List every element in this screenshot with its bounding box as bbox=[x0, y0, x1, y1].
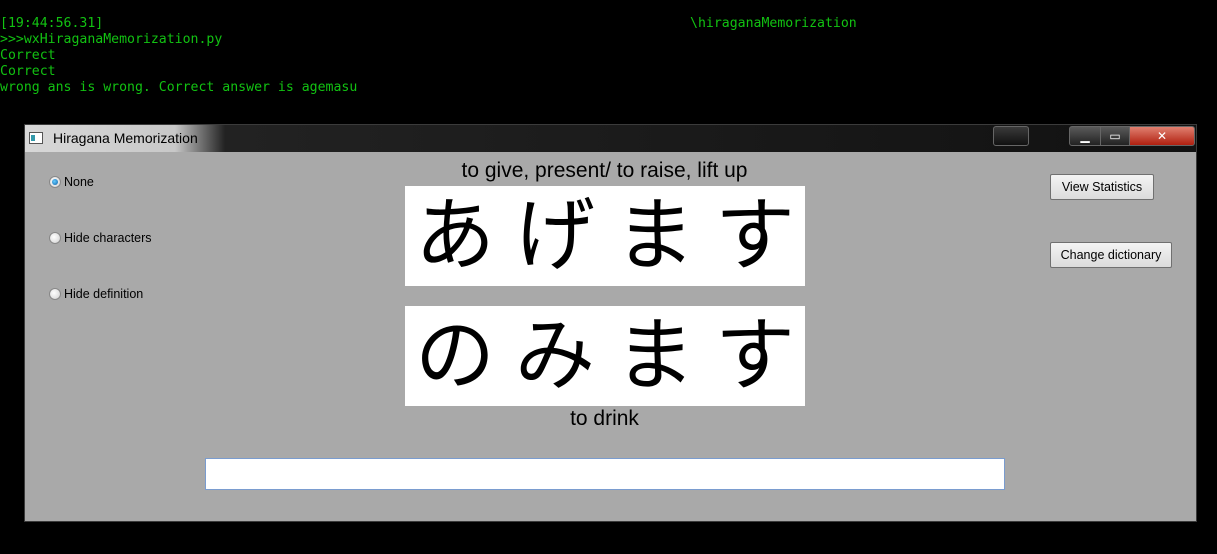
kana-char: み bbox=[515, 309, 595, 402]
kana-char: げ bbox=[515, 189, 595, 282]
kana-char: す bbox=[715, 309, 795, 402]
radio-hide-definition[interactable]: Hide definition bbox=[49, 285, 143, 303]
definition-current: to give, present/ to raise, lift up bbox=[461, 159, 748, 182]
kana-char: の bbox=[415, 309, 495, 402]
close-button[interactable]: ✕ bbox=[1129, 126, 1195, 146]
window-title: Hiragana Memorization bbox=[53, 130, 198, 146]
snap-icon[interactable] bbox=[993, 126, 1029, 146]
kana-display-next: の み ま す bbox=[405, 306, 805, 406]
view-statistics-button[interactable]: View Statistics bbox=[1050, 174, 1154, 200]
console-line-command: >>>wxHiraganaMemorization.py bbox=[0, 32, 223, 47]
radio-label: Hide characters bbox=[64, 231, 152, 245]
title-bar[interactable]: Hiragana Memorization ▁ ▭ ✕ bbox=[25, 125, 1196, 152]
console-line-result: Correct bbox=[0, 64, 56, 79]
change-dictionary-button[interactable]: Change dictionary bbox=[1050, 242, 1172, 268]
radio-unchecked-icon[interactable] bbox=[49, 232, 61, 244]
console-path: \hiraganaMemorization bbox=[690, 16, 857, 31]
radio-label: Hide definition bbox=[64, 287, 144, 301]
console-line-result: Correct bbox=[0, 48, 56, 63]
radio-hide-characters[interactable]: Hide characters bbox=[49, 229, 152, 247]
definition-next: to drink bbox=[570, 407, 639, 430]
kana-char: ま bbox=[615, 309, 695, 402]
answer-input[interactable] bbox=[205, 458, 1005, 490]
app-window: Hiragana Memorization ▁ ▭ ✕ None Hide ch… bbox=[24, 124, 1197, 522]
kana-display-current: あ げ ま す bbox=[405, 186, 805, 286]
console-line-result: wrong ans is wrong. Correct answer is ag… bbox=[0, 80, 358, 95]
console-line-timestamp: [19:44:56.31] bbox=[0, 16, 104, 31]
kana-char: あ bbox=[415, 189, 495, 282]
kana-char: す bbox=[715, 189, 795, 282]
console-output: [19:44:56.31] \hiraganaMemorization >>>w… bbox=[0, 0, 1217, 124]
kana-char: ま bbox=[615, 189, 695, 282]
maximize-button[interactable]: ▭ bbox=[1100, 126, 1130, 146]
app-icon bbox=[29, 132, 43, 144]
client-area: None Hide characters Hide definition to … bbox=[27, 153, 1194, 519]
minimize-button[interactable]: ▁ bbox=[1069, 126, 1101, 146]
radio-unchecked-icon[interactable] bbox=[49, 288, 61, 300]
